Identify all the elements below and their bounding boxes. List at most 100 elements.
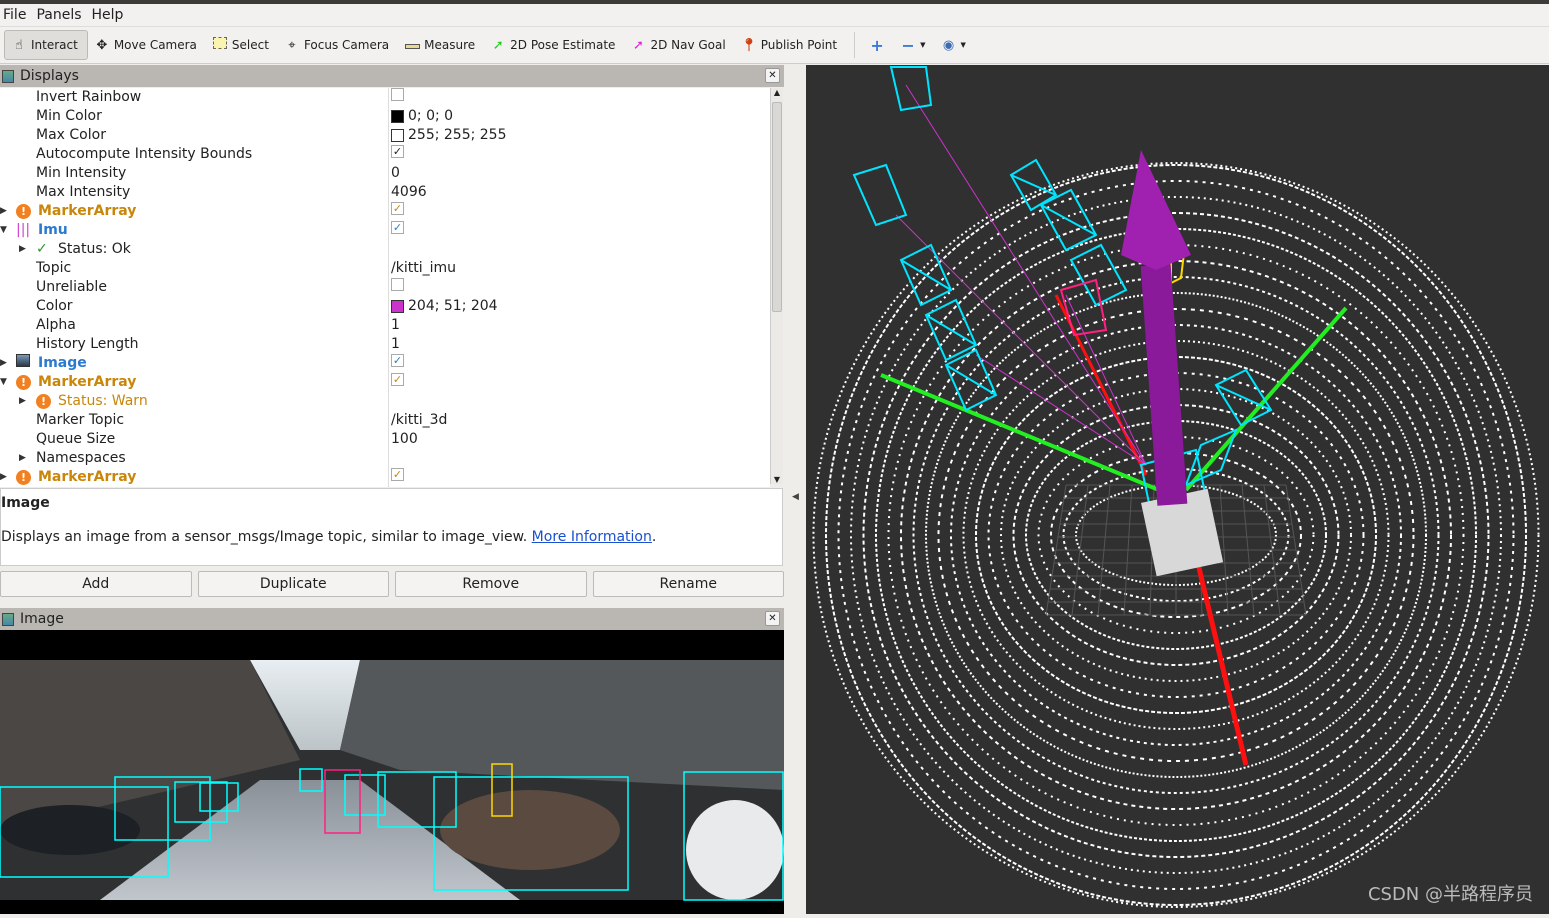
property-value[interactable]: 204; 51; 204 <box>408 297 498 316</box>
value-cell[interactable]: /kitti_3d <box>391 411 447 430</box>
value-cell[interactable]: ✓ <box>391 373 404 386</box>
collapsed-arrow-icon[interactable]: ▶ <box>0 202 7 221</box>
value-cell[interactable]: ✓ <box>391 354 404 367</box>
view-options-button[interactable]: ◉ ▼ <box>934 30 974 60</box>
menu-panels[interactable]: Panels <box>33 7 88 23</box>
value-cell[interactable]: 0 <box>391 164 400 183</box>
value-cell[interactable]: ✓ <box>391 145 404 158</box>
collapsed-arrow-icon[interactable]: ▶ <box>19 449 26 468</box>
property-row[interactable]: Color 204; 51; 204 <box>0 297 770 316</box>
remove-tool-button[interactable]: − ▼ <box>894 30 934 60</box>
display-item[interactable]: ▶! MarkerArray ✓ <box>0 468 770 487</box>
collapse-arrow-icon[interactable]: ◀ <box>792 492 799 502</box>
value-cell[interactable] <box>391 278 404 291</box>
duplicate-button[interactable]: Duplicate <box>197 571 389 597</box>
property-value[interactable]: 255; 255; 255 <box>408 126 507 145</box>
property-value[interactable]: 0 <box>391 164 400 183</box>
tree-scrollbar[interactable]: ▲ ▼ <box>770 88 783 484</box>
color-swatch[interactable] <box>391 129 404 142</box>
value-cell[interactable]: 255; 255; 255 <box>391 126 507 145</box>
display-item[interactable]: ▶! MarkerArray ✓ <box>0 202 770 221</box>
property-row[interactable]: ▶ Namespaces <box>0 449 770 468</box>
checkbox[interactable]: ✓ <box>391 202 404 215</box>
scroll-thumb[interactable] <box>772 102 782 312</box>
tool-2d-pose-estimate[interactable]: ➚ 2D Pose Estimate <box>484 30 624 60</box>
value-cell[interactable]: 100 <box>391 430 418 449</box>
display-item[interactable]: ▼ ||| Imu ✓ <box>0 221 770 240</box>
dock-splitter[interactable]: ◀ <box>784 65 806 914</box>
property-row[interactable]: Min Intensity 0 <box>0 164 770 183</box>
display-item[interactable]: ▼! MarkerArray ✓ <box>0 373 770 392</box>
property-value[interactable]: 1 <box>391 335 400 354</box>
property-value[interactable]: 100 <box>391 430 418 449</box>
close-panel-button[interactable]: ✕ <box>765 68 780 83</box>
property-row[interactable]: Max Color 255; 255; 255 <box>0 126 770 145</box>
property-row[interactable]: Invert Rainbow <box>0 88 770 107</box>
checkbox[interactable]: ✓ <box>391 221 404 234</box>
property-value[interactable]: 1 <box>391 316 400 335</box>
value-cell[interactable]: /kitti_imu <box>391 259 456 278</box>
color-swatch[interactable] <box>391 300 404 313</box>
property-row[interactable]: Unreliable <box>0 278 770 297</box>
value-cell[interactable]: 1 <box>391 316 400 335</box>
property-value[interactable]: 0; 0; 0 <box>408 107 453 126</box>
menu-help[interactable]: Help <box>89 7 131 23</box>
value-cell[interactable] <box>391 88 404 101</box>
menu-file[interactable]: File <box>0 7 33 23</box>
property-row[interactable]: Autocompute Intensity Bounds ✓ <box>0 145 770 164</box>
property-row[interactable]: History Length 1 <box>0 335 770 354</box>
dropdown-arrow-icon[interactable]: ▼ <box>960 41 965 49</box>
tool-label: 2D Nav Goal <box>650 38 726 52</box>
checkbox[interactable]: ✓ <box>391 373 404 386</box>
value-cell[interactable]: ✓ <box>391 202 404 215</box>
value-cell[interactable]: ✓ <box>391 468 404 481</box>
property-value[interactable]: /kitti_3d <box>391 411 447 430</box>
tool-measure[interactable]: Measure <box>398 30 484 60</box>
value-cell[interactable]: 0; 0; 0 <box>391 107 453 126</box>
property-row[interactable]: Marker Topic/kitti_3d <box>0 411 770 430</box>
property-row[interactable]: Min Color 0; 0; 0 <box>0 107 770 126</box>
tool-move-camera[interactable]: ✥ Move Camera <box>88 30 206 60</box>
value-cell[interactable]: ✓ <box>391 221 404 234</box>
value-cell[interactable]: 4096 <box>391 183 427 202</box>
checkbox[interactable] <box>391 278 404 291</box>
checkbox[interactable]: ✓ <box>391 145 404 158</box>
property-row[interactable]: Max Intensity 4096 <box>0 183 770 202</box>
tool-2d-nav-goal[interactable]: ➚ 2D Nav Goal <box>624 30 734 60</box>
collapsed-arrow-icon[interactable]: ▶ <box>0 354 7 373</box>
property-value[interactable]: 4096 <box>391 183 427 202</box>
display-item[interactable]: ▶ Image ✓ <box>0 354 770 373</box>
property-value[interactable]: /kitti_imu <box>391 259 456 278</box>
scroll-down-arrow[interactable]: ▼ <box>771 475 783 484</box>
add-tool-button[interactable]: + <box>863 30 894 60</box>
value-cell[interactable]: 1 <box>391 335 400 354</box>
collapsed-arrow-icon[interactable]: ▶ <box>0 468 7 487</box>
collapsed-arrow-icon[interactable]: ▶ <box>19 392 26 411</box>
tool-interact[interactable]: ☝ Interact <box>4 30 88 60</box>
tool-focus-camera[interactable]: ⌖ Focus Camera <box>278 30 398 60</box>
property-name: Max Intensity <box>36 184 131 200</box>
status-row[interactable]: ▶ ✓ Status: Ok <box>0 240 770 259</box>
property-row[interactable]: Topic/kitti_imu <box>0 259 770 278</box>
3d-render-view[interactable]: CSDN @半路程序员 <box>806 65 1549 914</box>
color-swatch[interactable] <box>391 110 404 123</box>
tool-publish-point[interactable]: 📍︎ Publish Point <box>735 30 846 60</box>
property-row[interactable]: Queue Size 100 <box>0 430 770 449</box>
collapsed-arrow-icon[interactable]: ▶ <box>19 240 26 259</box>
add-button[interactable]: Add <box>0 571 192 597</box>
dropdown-arrow-icon[interactable]: ▼ <box>920 41 925 49</box>
expanded-arrow-icon[interactable]: ▼ <box>0 221 7 240</box>
checkbox[interactable]: ✓ <box>391 468 404 481</box>
remove-button[interactable]: Remove <box>395 571 587 597</box>
more-information-link[interactable]: More Information <box>532 529 652 545</box>
property-row[interactable]: Alpha 1 <box>0 316 770 335</box>
rename-button[interactable]: Rename <box>592 571 784 597</box>
checkbox[interactable] <box>391 88 404 101</box>
expanded-arrow-icon[interactable]: ▼ <box>0 373 7 392</box>
close-image-panel-button[interactable]: ✕ <box>765 611 780 626</box>
value-cell[interactable]: 204; 51; 204 <box>391 297 498 316</box>
scroll-up-arrow[interactable]: ▲ <box>771 88 783 97</box>
tool-select[interactable]: Select <box>206 30 278 60</box>
status-row[interactable]: ▶! Status: Warn <box>0 392 770 411</box>
checkbox[interactable]: ✓ <box>391 354 404 367</box>
